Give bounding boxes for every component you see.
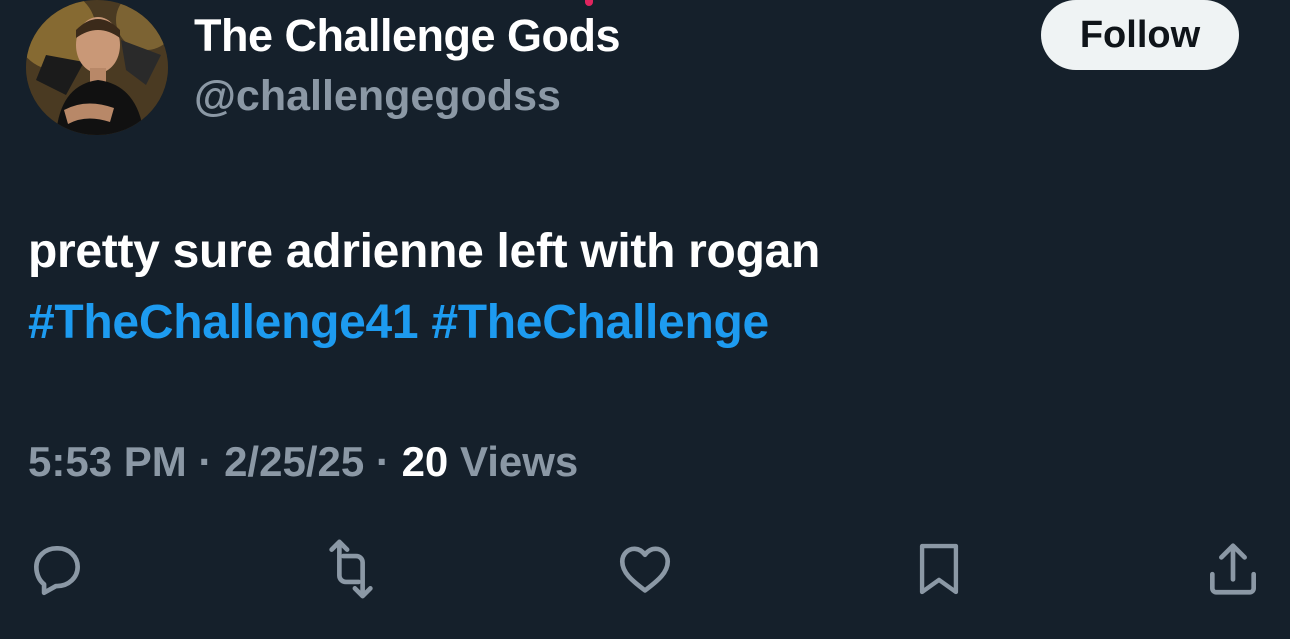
tweet-time[interactable]: 5:53 PM xyxy=(28,438,187,485)
heart-icon xyxy=(619,546,671,593)
bookmark-button[interactable] xyxy=(906,536,972,602)
tweet-hashtags: #TheChallenge41 #TheChallenge xyxy=(28,295,769,350)
like-button[interactable] xyxy=(612,536,678,602)
avatar[interactable] xyxy=(26,0,168,135)
hashtag-link[interactable]: #TheChallenge xyxy=(431,296,769,349)
views-count: 20 xyxy=(401,438,449,485)
reply-icon xyxy=(34,546,80,596)
retweet-button[interactable] xyxy=(318,536,384,602)
meta-separator: · xyxy=(198,438,213,485)
reply-button[interactable] xyxy=(24,536,90,602)
meta-separator: · xyxy=(375,438,390,485)
author-handle[interactable]: @challengegodss xyxy=(194,72,561,121)
follow-button[interactable]: Follow xyxy=(1041,0,1239,70)
author-display-name[interactable]: The Challenge Gods xyxy=(194,10,621,62)
bookmark-icon xyxy=(919,543,959,595)
avatar-image xyxy=(26,0,168,135)
tweet-meta: 5:53 PM · 2/25/25 · 20 Views xyxy=(28,438,578,486)
retweet-icon xyxy=(329,539,373,599)
tweet-detail: The Challenge Gods @challengegodss Follo… xyxy=(0,0,1290,639)
tweet-text: pretty sure adrienne left with rogan xyxy=(28,225,821,278)
share-button[interactable] xyxy=(1200,536,1266,602)
share-icon xyxy=(1210,543,1256,595)
hashtag-link[interactable]: #TheChallenge41 xyxy=(28,296,419,349)
notification-dot xyxy=(585,0,593,6)
tweet-date[interactable]: 2/25/25 xyxy=(224,438,364,485)
views-label: Views xyxy=(459,438,579,485)
